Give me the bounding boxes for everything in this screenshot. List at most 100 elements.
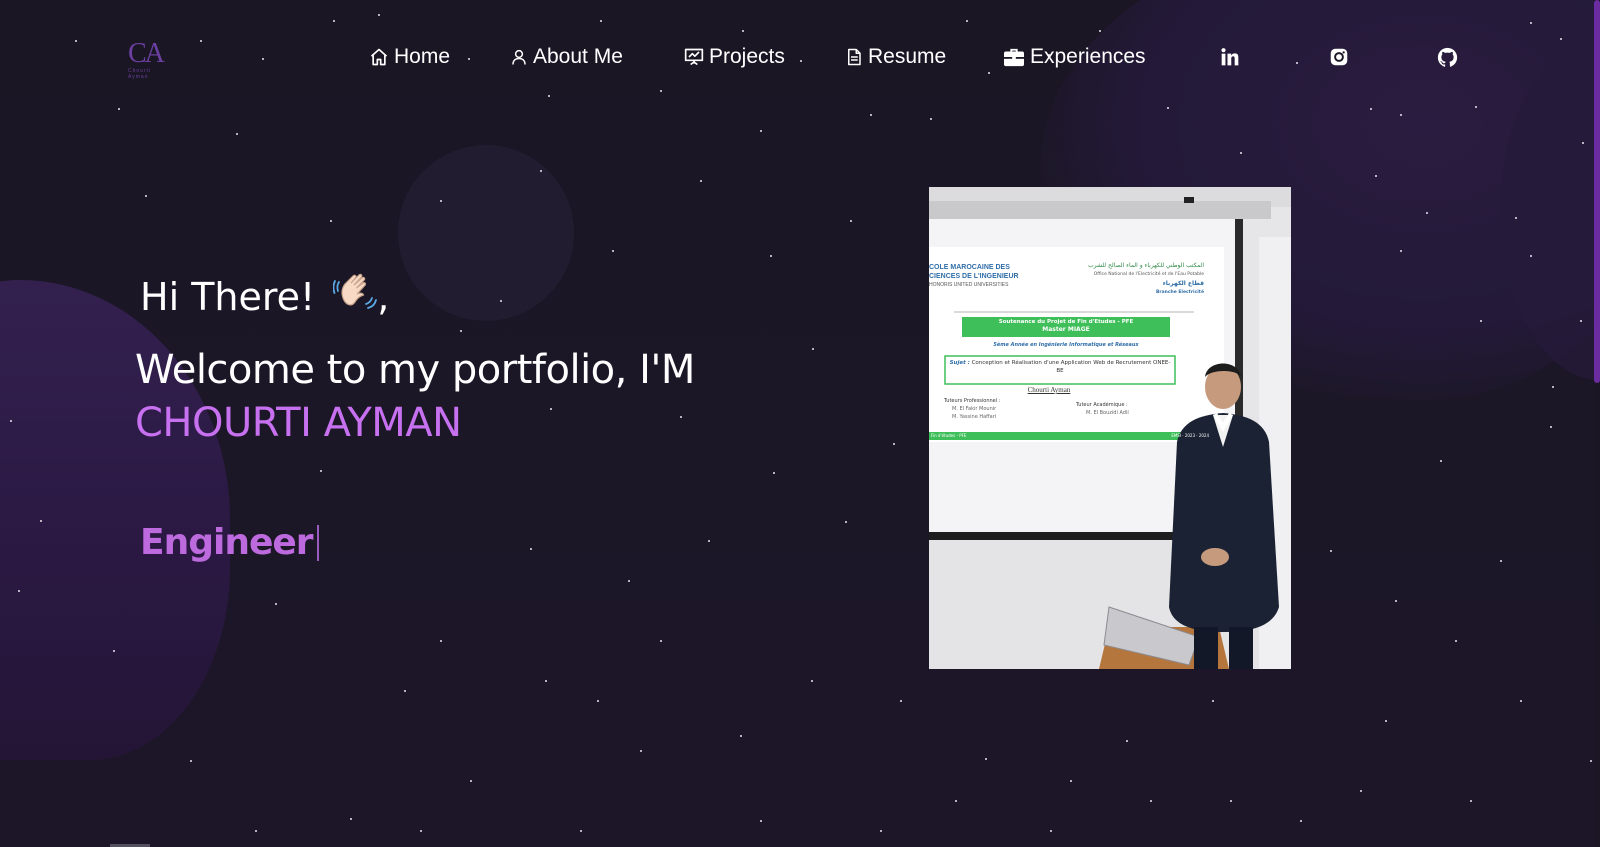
star (1455, 640, 1457, 642)
slide-onee: المكتب الوطني للكهرباء و الماء الصالح لل… (1088, 262, 1204, 295)
nav-projects[interactable]: Projects (684, 40, 785, 74)
star (548, 95, 550, 97)
star (1550, 426, 1552, 428)
slide-subject: Sujet : Conception et Réalisation d'une … (949, 360, 1171, 374)
slide-author: Chourti Ayman (1027, 386, 1071, 394)
decor-circle (398, 145, 574, 321)
slide-footer-right: EMSI · 2023 · 2024 (1171, 433, 1209, 438)
star (1375, 175, 1377, 177)
star (880, 830, 882, 832)
star (985, 758, 987, 760)
star (1150, 800, 1152, 802)
nav-home-label: Home (394, 45, 451, 68)
instagram-icon (1330, 48, 1348, 66)
nav-about[interactable]: About Me (510, 40, 623, 74)
star (812, 348, 814, 350)
star (1582, 142, 1584, 144)
linkedin-link[interactable] (1218, 45, 1242, 69)
star (236, 133, 238, 135)
star (1126, 740, 1128, 742)
star (540, 170, 542, 172)
star (1475, 106, 1477, 108)
star (1480, 320, 1482, 322)
star (1590, 760, 1592, 762)
owner-name: CHOURTI AYMAN (135, 400, 462, 446)
star (330, 220, 332, 222)
linkedin-icon (1221, 48, 1239, 66)
star (660, 640, 662, 642)
star (1426, 212, 1428, 214)
nav-home[interactable]: Home (369, 40, 450, 74)
nav-experiences-label: Experiences (1030, 45, 1146, 68)
greeting-text: Hi There! (140, 274, 316, 319)
star (1167, 107, 1169, 109)
document-icon (848, 48, 861, 66)
greeting-comma: , (377, 274, 390, 319)
star (440, 640, 442, 642)
star (190, 760, 192, 762)
star (545, 680, 547, 682)
star (900, 700, 902, 702)
star (470, 780, 472, 782)
slide-banner: Soutenance du Projet de Fin d'Etudes - P… (998, 319, 1134, 333)
star (40, 520, 42, 522)
slide-tutor-acad: Tuteur Académique : M. El Bouzidi Adil (1076, 402, 1129, 416)
nav-resume[interactable]: Resume (845, 40, 946, 74)
star (811, 680, 813, 682)
star (1440, 460, 1442, 462)
star (113, 650, 115, 652)
star (760, 130, 762, 132)
star (580, 830, 582, 832)
star (1070, 780, 1072, 782)
star (708, 540, 710, 542)
star (460, 330, 462, 332)
slide-footer-left: Fin d'études - PFE (931, 433, 967, 438)
role-text: Engineer (140, 522, 314, 563)
star (350, 818, 352, 820)
star (680, 416, 682, 418)
star (1330, 550, 1332, 552)
star (740, 735, 742, 737)
star (770, 255, 772, 257)
star (773, 472, 775, 474)
star (500, 300, 502, 302)
star (966, 20, 968, 22)
star (700, 180, 702, 182)
star (550, 408, 552, 410)
star (10, 420, 12, 422)
star (640, 750, 642, 752)
slide-school: COLE MAROCAINE DES CIENCES DE L'INGENIEU… (929, 264, 1019, 288)
welcome-heading: Welcome to my portfolio, I'M (135, 347, 695, 393)
star (612, 250, 614, 252)
star (1099, 30, 1101, 32)
star (1300, 820, 1302, 822)
star (850, 220, 852, 222)
star (930, 118, 932, 120)
star (118, 108, 120, 110)
nav-resume-label: Resume (868, 45, 947, 68)
nav-experiences[interactable]: Experiences (1003, 40, 1146, 74)
star (1530, 255, 1532, 257)
star (742, 30, 744, 32)
typing-cursor (316, 524, 319, 561)
star (1470, 800, 1472, 802)
star (660, 90, 662, 92)
star (1212, 700, 1214, 702)
briefcase-icon (1003, 48, 1025, 67)
typewriter-role: Engineer (140, 522, 319, 563)
scrollbar-thumb[interactable] (1594, 0, 1600, 383)
star (955, 800, 957, 802)
star (845, 521, 847, 523)
main-nav: Home About Me Projects Resume Experience… (0, 40, 1600, 74)
star (893, 443, 895, 445)
star (1395, 600, 1397, 602)
star (1500, 560, 1502, 562)
star (404, 690, 406, 692)
star (18, 590, 20, 592)
home-icon (370, 48, 388, 66)
instagram-link[interactable] (1327, 45, 1351, 69)
star (600, 20, 602, 22)
slide-tutors-pro: Tuteurs Professionnel : M. El Fakir Moun… (944, 398, 1001, 420)
github-link[interactable] (1435, 45, 1459, 69)
presentation-chart-icon (684, 48, 704, 66)
